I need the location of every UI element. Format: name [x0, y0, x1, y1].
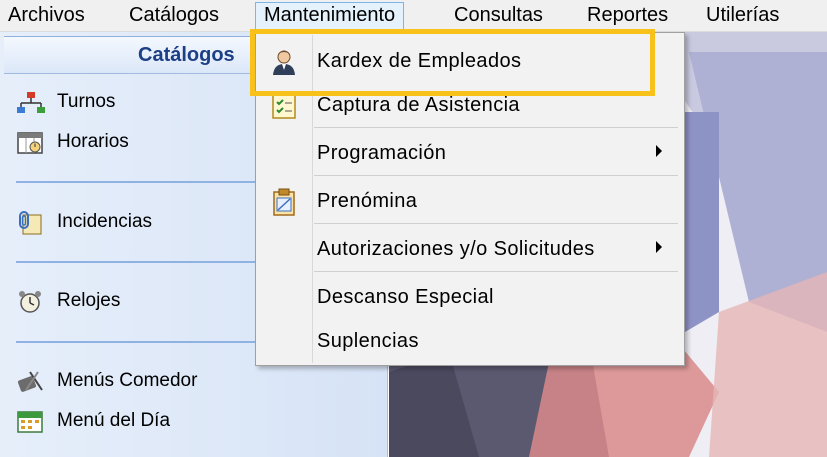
menu-item-autorizaciones[interactable]: Autorizaciones y/o Solicitudes: [258, 227, 682, 271]
menu-item-label: Descanso Especial: [317, 286, 494, 308]
menu-item-programacion[interactable]: Programación: [258, 131, 682, 175]
nav-item-label: Incidencias: [57, 211, 153, 232]
clipboard-icon: [268, 188, 300, 216]
nav-item-label: Horarios: [57, 131, 129, 152]
menu-item-label: Programación: [317, 142, 447, 164]
alarm-clock-icon: [16, 290, 46, 314]
paperclip-document-icon: [16, 211, 46, 235]
menu-archivos[interactable]: Archivos: [8, 2, 85, 30]
calendar-icon: [16, 410, 46, 434]
panel-title: Catálogos: [138, 44, 235, 66]
menu-separator: [314, 127, 678, 128]
nav-item-label: Menú del Día: [57, 410, 171, 431]
nav-item-label: Menús Comedor: [57, 370, 198, 391]
menu-separator: [314, 175, 678, 176]
menu-item-descanso-especial[interactable]: Descanso Especial: [258, 275, 682, 319]
submenu-arrow-icon: [656, 241, 662, 253]
menu-utilerias[interactable]: Utilerías: [706, 2, 779, 30]
menu-separator: [314, 271, 678, 272]
org-chart-icon: [16, 91, 46, 115]
menu-item-label: Prenómina: [317, 190, 418, 212]
highlight-box: [250, 29, 655, 96]
calendar-clock-icon: [16, 131, 46, 155]
menu-item-label: Captura de Asistencia: [317, 94, 520, 116]
menu-bar: Archivos Catálogos Mantenimiento Consult…: [0, 0, 827, 32]
menu-item-suplencias[interactable]: Suplencias: [258, 319, 682, 363]
menu-reportes[interactable]: Reportes: [587, 2, 668, 30]
checklist-icon: [268, 92, 300, 120]
nav-item-label: Turnos: [57, 91, 116, 112]
menu-separator: [314, 223, 678, 224]
nav-item-label: Relojes: [57, 290, 121, 311]
menu-consultas[interactable]: Consultas: [454, 2, 543, 30]
menu-item-label: Autorizaciones y/o Solicitudes: [317, 238, 595, 260]
menu-item-prenomina[interactable]: Prenómina: [258, 179, 682, 223]
utensils-icon: [16, 370, 46, 394]
menu-catalogos[interactable]: Catálogos: [129, 2, 219, 30]
submenu-arrow-icon: [656, 145, 662, 157]
menu-item-label: Suplencias: [317, 330, 419, 352]
menu-mantenimiento[interactable]: Mantenimiento: [255, 2, 405, 30]
